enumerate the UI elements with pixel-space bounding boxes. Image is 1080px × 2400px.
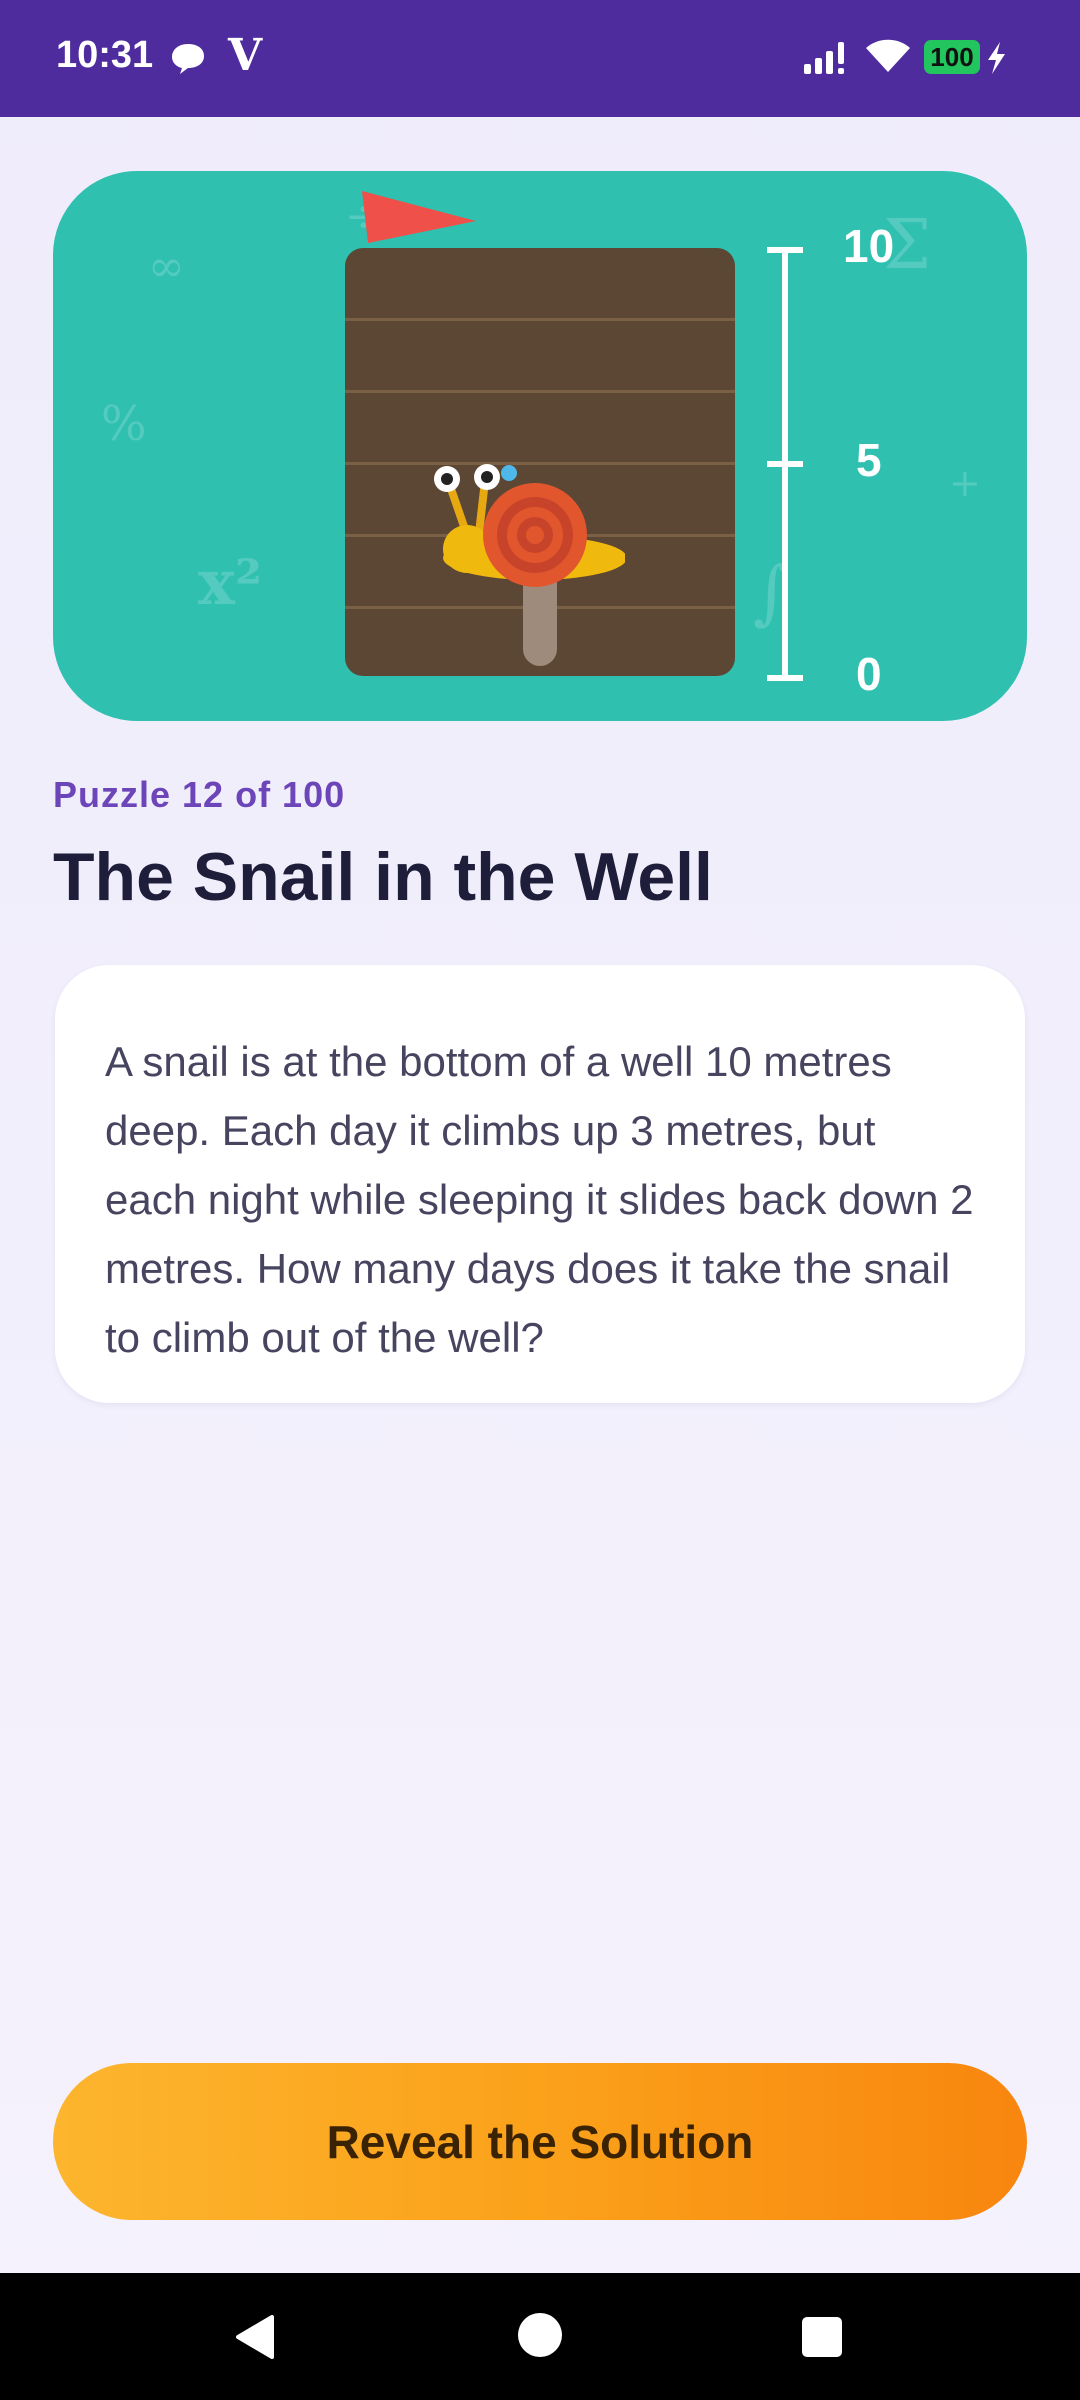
wifi-icon (866, 39, 910, 72)
home-icon[interactable] (516, 2311, 564, 2359)
scale-label-middle: 5 (856, 434, 882, 486)
navigation-bar (0, 2273, 1080, 2400)
snail-icon (434, 464, 625, 587)
x-squared-decoration: x² (198, 546, 263, 619)
reveal-solution-button[interactable]: Reveal the Solution (53, 2063, 1027, 2220)
puzzle-counter: Puzzle 12 of 100 (53, 774, 346, 815)
question-card: A snail is at the bottom of a well 10 me… (55, 965, 1025, 1403)
page-title: The Snail in the Well (53, 839, 713, 915)
percent-decoration: % (101, 396, 147, 452)
flag-icon (362, 191, 476, 243)
back-icon[interactable] (232, 2313, 280, 2361)
well (345, 248, 735, 676)
status-time: 10:31 (56, 34, 154, 76)
recents-icon[interactable] (800, 2315, 844, 2359)
signal-icon (804, 42, 844, 74)
question-text: A snail is at the bottom of a well 10 me… (105, 1038, 974, 1361)
scale-label-bottom: 0 (856, 648, 882, 700)
plus-decoration: + (949, 461, 981, 505)
scale-label-top: 10 (843, 220, 895, 272)
carrier-icon: V (228, 30, 263, 81)
depth-scale (767, 247, 803, 681)
charging-bolt-icon (988, 42, 1005, 74)
puzzle-illustration: ∞ % x² Σ + ∫ ÷ 10 5 0 (53, 171, 1027, 721)
infinity-decoration: ∞ (148, 241, 185, 292)
chat-bubble-icon (172, 44, 204, 74)
status-bar: 10:31 V 100 (0, 0, 1080, 117)
battery-icon: 100 (924, 40, 980, 74)
